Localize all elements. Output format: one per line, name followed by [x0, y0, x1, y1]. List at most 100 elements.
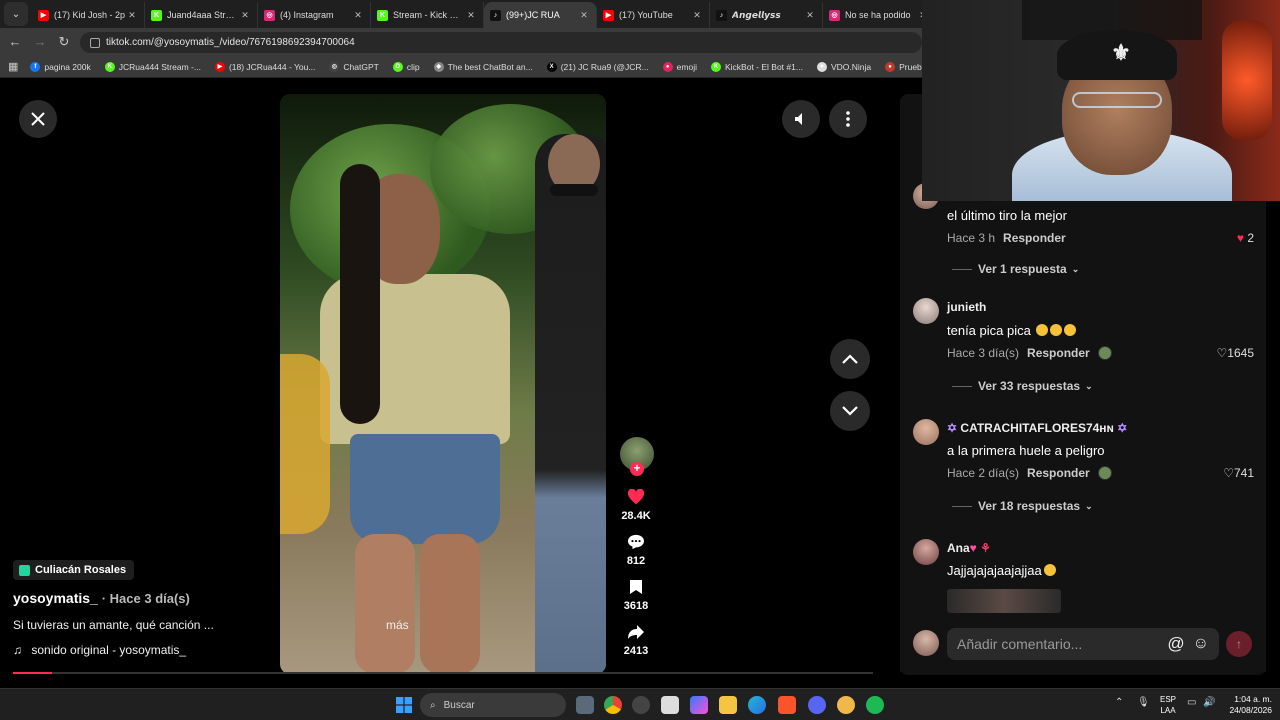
bookmark-item[interactable]: X (21) JC Rua9 (@JCR...	[546, 61, 649, 72]
mention-icon[interactable]: @	[1167, 634, 1184, 654]
close-button[interactable]	[19, 100, 57, 138]
comment-meta: Hace 3 día(s) Responder	[947, 346, 1112, 360]
tabs-container: ▶ (17) Kid Josh - 2p ✕ K Juand4aaa Stream ✕ ◎(…	[32, 2, 936, 28]
comment-username[interactable]: junieth	[947, 300, 986, 314]
tab-favicon-icon: K	[151, 9, 162, 21]
brave-icon[interactable]	[778, 696, 796, 714]
comment-image-thumbnail[interactable]	[947, 589, 1061, 613]
windows-start-icon[interactable]	[396, 697, 412, 713]
comment-avatar[interactable]	[913, 298, 939, 324]
post-time: · Hace 3 día(s)	[101, 591, 190, 606]
site-info-icon[interactable]	[90, 37, 100, 48]
taskbar-search[interactable]: ⌕ Buscar	[420, 693, 566, 717]
tab-close-icon[interactable]: ✕	[465, 10, 477, 21]
comment-username[interactable]: ✡ CATRACHITAFLORES74ʜɴ ✡	[947, 421, 1127, 435]
browser-tab[interactable]: ▶ (17) Kid Josh - 2p ✕	[32, 2, 145, 28]
bookmark-item[interactable]: ● emoji	[662, 61, 697, 72]
microphone-icon[interactable]: 🎙	[1137, 697, 1150, 708]
browser-tab[interactable]: ♪ (99+)JC RUA ✕	[484, 2, 597, 28]
browser-tab[interactable]: K Stream - Kick Das ✕	[371, 2, 484, 28]
tab-close-icon[interactable]: ✕	[239, 10, 251, 21]
tab-search-button[interactable]: ⌄	[4, 2, 28, 26]
bookmark-favicon-icon: K	[710, 61, 721, 72]
tab-close-icon[interactable]: ✕	[352, 10, 364, 21]
bookmark-item[interactable]: K JCRua444 Stream -...	[104, 61, 201, 72]
browser-tab[interactable]: ◎No se ha podido✕	[823, 2, 936, 28]
discord-icon[interactable]	[808, 696, 826, 714]
spotify-icon[interactable]	[866, 696, 884, 714]
bookmark-item[interactable]: K KickBot - El Bot #1...	[710, 61, 803, 72]
chrome-icon[interactable]	[604, 696, 622, 714]
apps-grid-icon[interactable]: ▦	[8, 60, 18, 73]
task-view-icon[interactable]	[576, 696, 594, 714]
bookmark-item[interactable]: ◆ The best ChatBot an...	[433, 61, 533, 72]
tab-close-icon[interactable]: ✕	[691, 10, 703, 21]
comment-avatar[interactable]	[913, 419, 939, 445]
bookmark-item[interactable]: f pagina 200k	[30, 61, 91, 72]
browser-tab[interactable]: ♪ 𝘼𝙣𝙜𝙚𝙡𝙡𝙮𝙨𝙨 ✕	[710, 2, 823, 28]
address-bar[interactable]: tiktok.com/@yosoymatis_/video/7676198692…	[80, 32, 922, 53]
bookmark-item[interactable]: Dclip	[392, 61, 420, 72]
view-replies-button[interactable]: Ver 18 respuestas ⌄	[952, 499, 1093, 513]
reply-button[interactable]: Responder	[1027, 346, 1090, 360]
view-replies-button[interactable]: Ver 33 respuestas ⌄	[952, 379, 1093, 393]
capcut-icon[interactable]	[661, 696, 679, 714]
network-icon[interactable]: ▭	[1187, 697, 1196, 708]
more-options-button[interactable]	[829, 100, 867, 138]
file-explorer-icon[interactable]	[719, 696, 737, 714]
location-tag[interactable]: Culiacán Rosales	[13, 560, 135, 580]
obs-icon[interactable]	[632, 696, 650, 714]
bookmark-item[interactable]: ◎ ChatGPT	[329, 61, 379, 72]
browser-tab[interactable]: K Juand4aaa Stream ✕	[145, 2, 258, 28]
browser-tab[interactable]: ◎ (4) Instagram ✕	[258, 2, 371, 28]
emoji-picker-icon[interactable]: ☺	[1193, 635, 1209, 653]
tab-close-icon[interactable]: ✕	[126, 10, 138, 21]
comment-action[interactable]: 812	[618, 532, 654, 567]
reply-button[interactable]: Responder	[1003, 231, 1066, 245]
tab-title: 𝘼𝙣𝙜𝙚𝙡𝙡𝙮𝙨𝙨	[732, 9, 781, 20]
post-comment-button[interactable]: ↑	[1226, 631, 1252, 657]
previous-video-button[interactable]	[830, 339, 870, 379]
language-indicator[interactable]: ESP LAA	[1154, 694, 1182, 716]
bookmark-favicon-icon: ●	[662, 61, 673, 72]
tab-close-icon[interactable]: ✕	[578, 10, 590, 21]
star-icon: ✡	[1117, 421, 1128, 435]
comment-like[interactable]: ♡1645	[1200, 346, 1254, 360]
comment-like[interactable]: ♡741	[1204, 466, 1254, 480]
tray-chevron-up-icon[interactable]: ⌃	[1115, 697, 1123, 708]
comment-username[interactable]: Ana♥ ⚘	[947, 541, 991, 555]
app-icon[interactable]	[837, 696, 855, 714]
sound-row[interactable]: ♫ sonido original - yosoymatis_	[13, 643, 186, 657]
video-progress-track[interactable]	[13, 672, 873, 674]
like-action[interactable]: 28.4K	[618, 487, 654, 522]
reply-button[interactable]: Responder	[1027, 466, 1090, 480]
tab-title: (99+)JC RUA	[506, 10, 560, 20]
comment-input[interactable]: Añadir comentario... @ ☺	[947, 628, 1219, 660]
comment-avatar[interactable]	[913, 539, 939, 565]
browser-tab[interactable]: ▶ (17) YouTube ✕	[597, 2, 710, 28]
video-player[interactable]: más	[280, 94, 606, 674]
volume-icon[interactable]: 🔊	[1203, 697, 1215, 708]
volume-button[interactable]	[782, 100, 820, 138]
next-video-button[interactable]	[830, 391, 870, 431]
system-clock[interactable]: 1:04 a. m. 24/08/2026	[1222, 694, 1272, 716]
bookmark-favicon-icon: f	[30, 61, 41, 72]
chevron-down-icon	[842, 406, 858, 416]
reload-icon[interactable]: ↻	[55, 33, 73, 51]
bookmark-item[interactable]: ▶ (18) JCRua444 - You...	[214, 61, 315, 72]
tab-close-icon[interactable]: ✕	[804, 10, 816, 21]
comment-like[interactable]: ♥ 2	[1220, 231, 1254, 245]
save-action[interactable]: 3618	[618, 577, 654, 612]
back-icon[interactable]: ←	[6, 33, 24, 51]
creator-liked-avatar	[1097, 466, 1112, 480]
follow-plus-icon[interactable]: +	[630, 462, 644, 476]
bookmark-item[interactable]: ✦ VDO.Ninja	[816, 61, 871, 72]
share-action[interactable]: 2413	[618, 622, 654, 657]
view-replies-button[interactable]: Ver 1 respuesta ⌄	[952, 262, 1079, 276]
author-name[interactable]: yosoymatis_	[13, 590, 98, 606]
edge-icon[interactable]	[748, 696, 766, 714]
copilot-icon[interactable]	[690, 696, 708, 714]
view-replies-label: Ver 18 respuestas	[978, 499, 1081, 513]
more-label[interactable]: más	[386, 618, 409, 632]
forward-icon[interactable]: →	[31, 33, 49, 51]
